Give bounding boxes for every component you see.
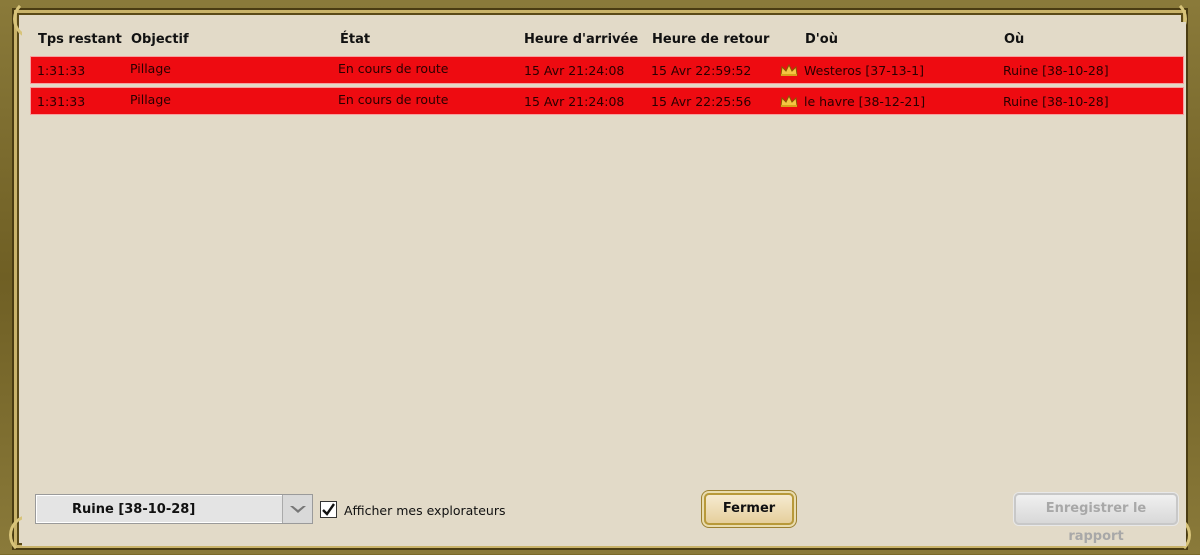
chevron-down-icon [290,506,306,513]
cell-tps: 1:31:33 [37,94,86,109]
movements-panel: Tps restant Objectif État Heure d'arrivé… [22,22,1186,546]
cell-objectif: Pillage [130,92,171,107]
header-to[interactable]: Où [1004,32,1024,47]
header-from[interactable]: D'où [805,32,838,47]
table-row[interactable]: 1:31:33 Pillage En cours de route 15 Avr… [30,56,1184,84]
checkmark-icon [322,503,335,516]
cell-objectif: Pillage [130,61,171,76]
cell-etat: En cours de route [338,92,449,107]
table-header: Tps restant Objectif État Heure d'arrivé… [22,22,1186,56]
cell-retour: 15 Avr 22:25:56 [651,94,752,109]
cell-to-link[interactable]: Ruine [38-10-28] [1003,94,1109,109]
header-retour[interactable]: Heure de retour [652,32,769,47]
header-objectif[interactable]: Objectif [131,32,189,47]
crown-icon [780,94,798,107]
cell-from-link[interactable]: le havre [38-12-21] [804,94,925,109]
crown-icon [780,63,798,76]
cell-arrivee: 15 Avr 21:24:08 [524,63,625,78]
show-explorers-label[interactable]: Afficher mes explorateurs [344,503,505,518]
cell-to-link[interactable]: Ruine [38-10-28] [1003,63,1109,78]
cell-from-link[interactable]: Westeros [37-13-1] [804,63,924,78]
target-select-value: Ruine [38-10-28] [72,502,196,517]
header-etat[interactable]: État [340,32,370,47]
close-button[interactable]: Fermer [704,493,794,525]
table-row[interactable]: 1:31:33 Pillage En cours de route 15 Avr… [30,87,1184,115]
header-arrivee[interactable]: Heure d'arrivée [524,32,638,47]
target-select[interactable]: Ruine [38-10-28] [35,494,313,524]
cell-tps: 1:31:33 [37,63,86,78]
cell-etat: En cours de route [338,61,449,76]
save-report-button[interactable]: Enregistrer le rapport [1014,493,1178,544]
cell-arrivee: 15 Avr 21:24:08 [524,94,625,109]
select-dropdown-button[interactable] [282,495,312,523]
header-tps[interactable]: Tps restant [38,32,122,47]
cell-retour: 15 Avr 22:59:52 [651,63,752,78]
show-explorers-checkbox[interactable] [320,501,337,518]
window-frame: Tps restant Objectif État Heure d'arrivé… [0,0,1200,555]
